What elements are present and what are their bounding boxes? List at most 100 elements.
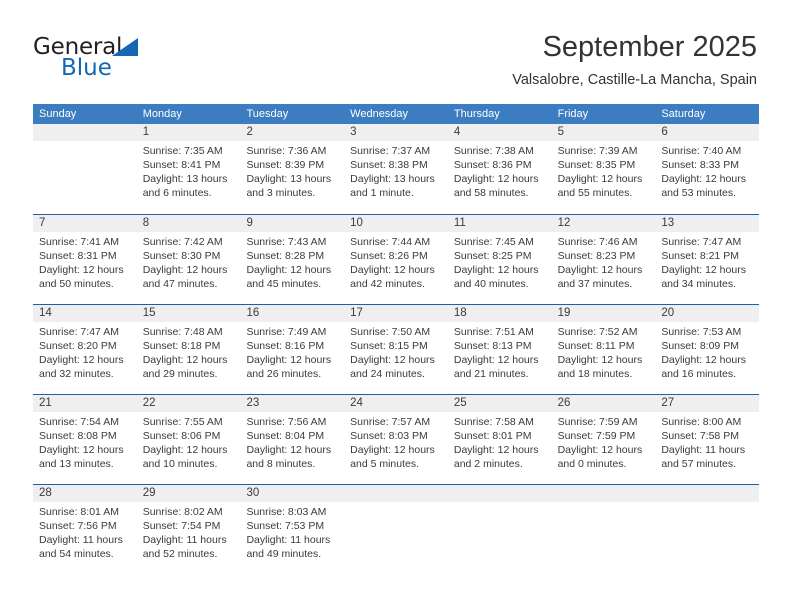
day-cell[interactable]: 1 Sunrise: 7:35 AM Sunset: 8:41 PM Dayli… bbox=[137, 124, 241, 214]
day-cell[interactable]: 7 Sunrise: 7:41 AM Sunset: 8:31 PM Dayli… bbox=[33, 215, 137, 304]
day-number: 6 bbox=[661, 126, 668, 138]
sunset-text: Sunset: 8:18 PM bbox=[142, 340, 221, 352]
week-row: 14 Sunrise: 7:47 AM Sunset: 8:20 PM Dayl… bbox=[33, 304, 759, 394]
sunrise-text: Sunrise: 7:44 AM bbox=[350, 236, 431, 248]
weekday-header-monday: Monday bbox=[142, 108, 182, 120]
day-cell[interactable]: 17 Sunrise: 7:50 AM Sunset: 8:15 PM Dayl… bbox=[344, 305, 448, 394]
day-cell[interactable]: 25 Sunrise: 7:58 AM Sunset: 8:01 PM Dayl… bbox=[448, 395, 552, 484]
week-row: 7 Sunrise: 7:41 AM Sunset: 8:31 PM Dayli… bbox=[33, 214, 759, 304]
day-cell[interactable]: 28 Sunrise: 8:01 AM Sunset: 7:56 PM Dayl… bbox=[33, 485, 137, 574]
day-details: Sunrise: 7:55 AM Sunset: 8:06 PM Dayligh… bbox=[143, 415, 235, 471]
day-details: Sunrise: 8:00 AM Sunset: 7:58 PM Dayligh… bbox=[661, 415, 753, 471]
sunrise-text: Sunrise: 7:40 AM bbox=[661, 145, 742, 157]
day-cell[interactable] bbox=[33, 124, 137, 214]
weekday-header-row: Sunday Monday Tuesday Wednesday Thursday… bbox=[33, 104, 759, 124]
sunrise-text: Sunrise: 7:51 AM bbox=[453, 326, 534, 338]
sunrise-text: Sunrise: 7:59 AM bbox=[557, 416, 638, 428]
daylight-text: Daylight: 12 hours and 40 minutes. bbox=[453, 264, 539, 290]
day-cell[interactable]: 14 Sunrise: 7:47 AM Sunset: 8:20 PM Dayl… bbox=[33, 305, 137, 394]
day-details: Sunrise: 7:54 AM Sunset: 8:08 PM Dayligh… bbox=[39, 415, 131, 471]
day-cell[interactable]: 8 Sunrise: 7:42 AM Sunset: 8:30 PM Dayli… bbox=[137, 215, 241, 304]
day-cell[interactable]: 11 Sunrise: 7:45 AM Sunset: 8:25 PM Dayl… bbox=[448, 215, 552, 304]
daylight-text: Daylight: 12 hours and 8 minutes. bbox=[246, 444, 332, 470]
day-number: 13 bbox=[661, 217, 675, 229]
day-cell[interactable]: 10 Sunrise: 7:44 AM Sunset: 8:26 PM Dayl… bbox=[344, 215, 448, 304]
sunset-text: Sunset: 7:58 PM bbox=[661, 430, 739, 442]
sunrise-text: Sunrise: 7:43 AM bbox=[246, 236, 327, 248]
daylight-text: Daylight: 12 hours and 58 minutes. bbox=[453, 173, 539, 199]
day-number: 20 bbox=[661, 307, 675, 319]
sunrise-text: Sunrise: 7:56 AM bbox=[246, 416, 327, 428]
sunset-text: Sunset: 8:33 PM bbox=[661, 159, 739, 171]
day-cell[interactable]: 30 Sunrise: 8:03 AM Sunset: 7:53 PM Dayl… bbox=[240, 485, 344, 574]
day-details: Sunrise: 7:35 AM Sunset: 8:41 PM Dayligh… bbox=[143, 144, 235, 200]
day-cell[interactable] bbox=[344, 485, 448, 574]
day-cell[interactable] bbox=[552, 485, 656, 574]
sunrise-text: Sunrise: 7:42 AM bbox=[142, 236, 223, 248]
weekday-header-sunday: Sunday bbox=[39, 108, 77, 120]
day-cell[interactable]: 20 Sunrise: 7:53 AM Sunset: 8:09 PM Dayl… bbox=[655, 305, 759, 394]
sunrise-text: Sunrise: 7:52 AM bbox=[557, 326, 638, 338]
brand-logo[interactable]: General Blue bbox=[33, 34, 253, 90]
daylight-text: Daylight: 12 hours and 10 minutes. bbox=[142, 444, 228, 470]
day-cell[interactable]: 29 Sunrise: 8:02 AM Sunset: 7:54 PM Dayl… bbox=[137, 485, 241, 574]
daylight-text: Daylight: 11 hours and 57 minutes. bbox=[661, 444, 746, 470]
week-row: 21 Sunrise: 7:54 AM Sunset: 8:08 PM Dayl… bbox=[33, 394, 759, 484]
weekday-header-wednesday: Wednesday bbox=[350, 108, 409, 120]
day-number: 2 bbox=[246, 126, 253, 138]
day-number: 17 bbox=[350, 307, 363, 319]
daylight-text: Daylight: 12 hours and 29 minutes. bbox=[142, 354, 228, 380]
sunset-text: Sunset: 8:38 PM bbox=[350, 159, 428, 171]
daylight-text: Daylight: 12 hours and 45 minutes. bbox=[246, 264, 332, 290]
day-cell[interactable]: 5 Sunrise: 7:39 AM Sunset: 8:35 PM Dayli… bbox=[552, 124, 656, 214]
daylight-text: Daylight: 12 hours and 55 minutes. bbox=[557, 173, 643, 199]
day-cell[interactable]: 26 Sunrise: 7:59 AM Sunset: 7:59 PM Dayl… bbox=[552, 395, 656, 484]
daylight-text: Daylight: 13 hours and 6 minutes. bbox=[142, 173, 228, 199]
day-cell[interactable]: 21 Sunrise: 7:54 AM Sunset: 8:08 PM Dayl… bbox=[33, 395, 137, 484]
day-number: 8 bbox=[142, 217, 150, 229]
day-cell[interactable]: 24 Sunrise: 7:57 AM Sunset: 8:03 PM Dayl… bbox=[344, 395, 448, 484]
day-cell[interactable]: 22 Sunrise: 7:55 AM Sunset: 8:06 PM Dayl… bbox=[137, 395, 241, 484]
day-cell[interactable]: 19 Sunrise: 7:52 AM Sunset: 8:11 PM Dayl… bbox=[552, 305, 656, 394]
day-cell[interactable]: 16 Sunrise: 7:49 AM Sunset: 8:16 PM Dayl… bbox=[240, 305, 344, 394]
sunrise-text: Sunrise: 7:48 AM bbox=[142, 326, 223, 338]
sunrise-text: Sunrise: 7:38 AM bbox=[453, 145, 534, 157]
day-cell[interactable]: 15 Sunrise: 7:48 AM Sunset: 8:18 PM Dayl… bbox=[137, 305, 241, 394]
day-cell[interactable]: 6 Sunrise: 7:40 AM Sunset: 8:33 PM Dayli… bbox=[655, 124, 759, 214]
day-details: Sunrise: 7:41 AM Sunset: 8:31 PM Dayligh… bbox=[39, 235, 131, 291]
day-number: 23 bbox=[246, 397, 260, 409]
day-details: Sunrise: 7:43 AM Sunset: 8:28 PM Dayligh… bbox=[246, 235, 338, 291]
day-details: Sunrise: 7:44 AM Sunset: 8:26 PM Dayligh… bbox=[350, 235, 442, 291]
day-details: Sunrise: 8:03 AM Sunset: 7:53 PM Dayligh… bbox=[246, 505, 338, 561]
day-cell[interactable]: 27 Sunrise: 8:00 AM Sunset: 7:58 PM Dayl… bbox=[655, 395, 759, 484]
day-cell[interactable]: 18 Sunrise: 7:51 AM Sunset: 8:13 PM Dayl… bbox=[448, 305, 552, 394]
sunrise-text: Sunrise: 8:01 AM bbox=[39, 506, 119, 518]
day-cell[interactable]: 23 Sunrise: 7:56 AM Sunset: 8:04 PM Dayl… bbox=[240, 395, 344, 484]
day-details: Sunrise: 7:42 AM Sunset: 8:30 PM Dayligh… bbox=[143, 235, 235, 291]
day-details: Sunrise: 7:52 AM Sunset: 8:11 PM Dayligh… bbox=[558, 325, 650, 381]
weekday-header-friday: Friday bbox=[557, 108, 589, 120]
day-cell[interactable]: 2 Sunrise: 7:36 AM Sunset: 8:39 PM Dayli… bbox=[240, 124, 344, 214]
sunrise-text: Sunrise: 7:53 AM bbox=[661, 326, 742, 338]
day-cell[interactable] bbox=[655, 485, 759, 574]
day-cell[interactable]: 4 Sunrise: 7:38 AM Sunset: 8:36 PM Dayli… bbox=[448, 124, 552, 214]
day-cell[interactable]: 13 Sunrise: 7:47 AM Sunset: 8:21 PM Dayl… bbox=[655, 215, 759, 304]
sunset-text: Sunset: 8:25 PM bbox=[453, 250, 532, 262]
day-details: Sunrise: 7:37 AM Sunset: 8:38 PM Dayligh… bbox=[350, 144, 442, 200]
day-details: Sunrise: 8:01 AM Sunset: 7:56 PM Dayligh… bbox=[39, 505, 131, 561]
day-cell[interactable]: 3 Sunrise: 7:37 AM Sunset: 8:38 PM Dayli… bbox=[344, 124, 448, 214]
day-number: 14 bbox=[39, 307, 52, 319]
weekday-header-thursday: Thursday bbox=[453, 108, 500, 120]
day-number: 21 bbox=[39, 397, 52, 409]
day-number: 7 bbox=[39, 217, 46, 229]
sunset-text: Sunset: 8:16 PM bbox=[246, 340, 325, 352]
day-details: Sunrise: 7:47 AM Sunset: 8:21 PM Dayligh… bbox=[661, 235, 753, 291]
sunset-text: Sunset: 8:41 PM bbox=[142, 159, 221, 171]
day-cell[interactable]: 9 Sunrise: 7:43 AM Sunset: 8:28 PM Dayli… bbox=[240, 215, 344, 304]
day-details: Sunrise: 7:49 AM Sunset: 8:16 PM Dayligh… bbox=[246, 325, 338, 381]
day-cell[interactable]: 12 Sunrise: 7:46 AM Sunset: 8:23 PM Dayl… bbox=[552, 215, 656, 304]
day-cell[interactable] bbox=[448, 485, 552, 574]
week-row: 28 Sunrise: 8:01 AM Sunset: 7:56 PM Dayl… bbox=[33, 484, 759, 574]
day-number: 29 bbox=[142, 487, 156, 499]
day-details: Sunrise: 7:38 AM Sunset: 8:36 PM Dayligh… bbox=[454, 144, 546, 200]
